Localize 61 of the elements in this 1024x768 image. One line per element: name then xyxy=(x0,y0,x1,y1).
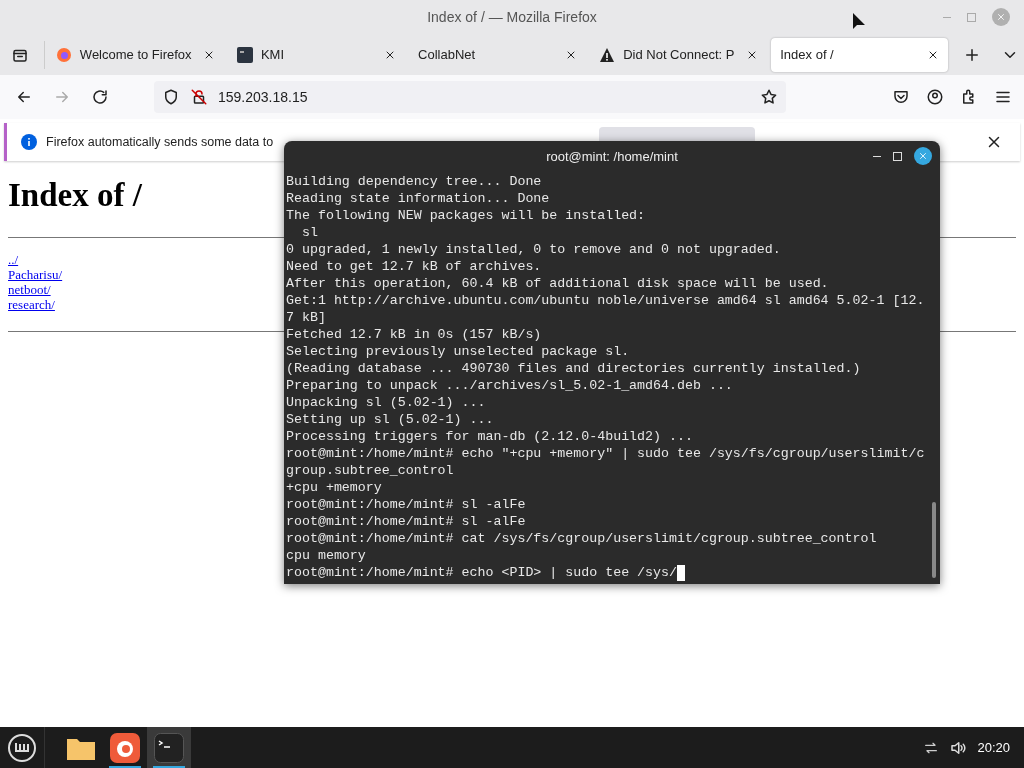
directory-link[interactable]: Pacharisu/ xyxy=(8,267,63,282)
pocket-icon[interactable] xyxy=(892,88,910,106)
browser-tab[interactable]: Did Not Connect: P xyxy=(590,38,768,72)
lock-icon xyxy=(190,88,208,106)
terminal-line: root@mint:/home/mint# echo "+cpu +memory" | sudo tee /sys/fs/cgroup/userslimit/c xyxy=(286,445,925,462)
terminal-line: sl xyxy=(300,224,318,241)
active-indicator xyxy=(153,766,185,768)
directory-link[interactable]: ../ xyxy=(8,252,19,267)
star-icon[interactable] xyxy=(760,88,778,106)
terminal-line: Processing triggers for man-db (2.12.0-4build2) ... xyxy=(286,428,693,445)
app-icon xyxy=(236,47,253,63)
menu-logo-icon[interactable] xyxy=(7,732,37,763)
account-icon[interactable] xyxy=(926,88,944,106)
terminal-line: 7 kB] xyxy=(286,309,326,326)
notification-text: Firefox automatically sends some data to xyxy=(46,133,274,151)
terminal-line: Unpacking sl (5.02-1) ... xyxy=(286,394,486,411)
terminal-line: Preparing to unpack .../archives/sl_5.02-1_amd64.deb ... xyxy=(286,377,733,394)
directory-link[interactable]: netboot/ xyxy=(8,282,51,297)
terminal-line: cpu memory xyxy=(286,547,366,564)
active-indicator xyxy=(109,766,141,768)
close-button[interactable] xyxy=(914,147,932,165)
terminal-line: root@mint:/home/mint# sl -alFe xyxy=(286,496,526,513)
terminal-line: root@mint:/home/mint# cat /sys/fs/cgroup/userslimit/cgroup.subtree_control xyxy=(286,530,877,547)
browser-icon[interactable] xyxy=(110,732,140,763)
terminal-line: 0 upgraded, 1 newly installed, 0 to remove and 0 not upgraded. xyxy=(286,241,781,258)
terminal-title: root@mint: /home/mint xyxy=(546,148,678,167)
shield-icon xyxy=(162,88,180,106)
terminal-line: +cpu +memory xyxy=(286,479,382,496)
info-icon xyxy=(21,134,37,150)
terminal-icon[interactable] xyxy=(154,732,184,763)
firefox-icon xyxy=(55,47,72,63)
terminal-line: Building dependency tree... Done xyxy=(286,173,542,190)
directory-link[interactable]: research/ xyxy=(8,297,55,312)
minimize-button[interactable] xyxy=(873,155,881,157)
browser-tab[interactable]: Welcome to Firefox xyxy=(46,38,224,72)
window-title: Index of / — Mozilla Firefox xyxy=(427,8,597,27)
terminal-line: root@mint:/home/mint# echo <PID> | sudo tee /sys/ xyxy=(286,564,677,581)
address-bar[interactable]: 159.203.18.15 xyxy=(154,81,786,113)
terminal-line: Setting up sl (5.02-1) ... xyxy=(286,411,494,428)
terminal-line: Reading state information... Done xyxy=(286,190,550,207)
terminal-line: Fetched 12.7 kB in 0s (157 kB/s) xyxy=(286,326,542,343)
text-cursor xyxy=(677,564,685,581)
taskbar-app[interactable] xyxy=(147,727,191,768)
browser-tab[interactable]: CollabNet xyxy=(409,38,587,72)
browser-tab[interactable]: Index of / xyxy=(771,38,949,72)
terminal-line: group.subtree_control xyxy=(286,462,454,479)
close-icon xyxy=(996,12,1006,22)
reload-icon xyxy=(91,88,109,106)
terminal-line: (Reading database ... 490730 files and directories currently installed.) xyxy=(286,360,861,377)
terminal-line: Need to get 12.7 kB of archives. xyxy=(286,258,542,275)
page-heading: Index of / xyxy=(8,176,142,215)
cursor-icon xyxy=(852,12,866,32)
clock: 20:20 xyxy=(977,738,1010,757)
terminal-line: After this operation, 60.4 kB of additional disk space will be used. xyxy=(286,275,829,292)
close-icon xyxy=(918,151,928,161)
terminal-line: Get:1 http://archive.ubuntu.com/ubuntu noble/universe amd64 sl amd64 5.02-1 [12. xyxy=(286,292,925,309)
warning-icon xyxy=(599,47,616,63)
terminal-line: root@mint:/home/mint# sl -alFe xyxy=(286,513,526,530)
browser-tab[interactable]: KMI xyxy=(227,38,406,72)
terminal-line: Selecting previously unselected package sl. xyxy=(286,343,630,360)
terminal-line: The following NEW packages will be installed: xyxy=(286,207,646,224)
